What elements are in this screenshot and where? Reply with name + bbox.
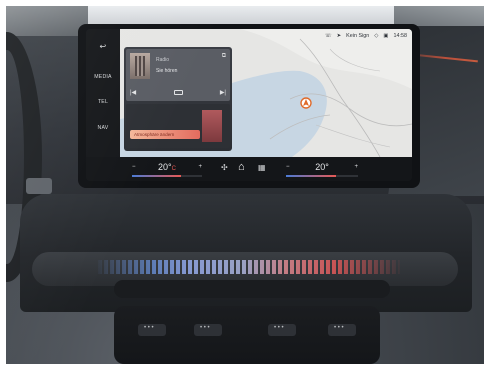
right-temp-plus-button[interactable]: +	[354, 164, 358, 170]
sidebar: ↩ MEDIA TEL NAV	[86, 29, 120, 157]
infotainment-screen: ☏ ➤ Kein Sign ◇ ▣ 14:58 ↩ MEDIA TEL NAV …	[86, 29, 412, 181]
location-arrow-icon: ➤	[336, 33, 342, 39]
left-temperature[interactable]: 20°C	[158, 162, 176, 172]
climate-bar: − 20°C + ✣ ⌂ ▦ − 20° +	[86, 157, 412, 181]
console-switch[interactable]	[138, 324, 166, 336]
mode-icon[interactable]	[173, 89, 183, 95]
album-art	[130, 53, 150, 79]
home-icon[interactable]: ⌂	[238, 161, 245, 173]
clock: 14:58	[393, 33, 408, 39]
change-atmosphere-button[interactable]: Atmosphäre ändern	[130, 130, 200, 139]
left-temp-unit: C	[171, 166, 176, 172]
source-switch-icon[interactable]: ⧉	[222, 53, 226, 60]
media-source: Radio	[156, 57, 170, 63]
sidebar-item-media[interactable]: MEDIA	[86, 74, 120, 80]
right-temp-slider[interactable]	[286, 175, 358, 177]
right-temperature[interactable]: 20°	[315, 162, 329, 172]
ambient-light-strip	[98, 260, 400, 274]
cast-icon: ▣	[383, 33, 389, 39]
left-temperature-control: − 20°C +	[132, 161, 202, 173]
left-temp-plus-button[interactable]: +	[198, 164, 202, 170]
console-switch[interactable]	[328, 324, 356, 336]
media-subtitle: Sie hören	[156, 68, 178, 74]
phone-icon: ☏	[324, 33, 332, 39]
console-switch[interactable]	[194, 324, 222, 336]
sidebar-item-nav[interactable]: NAV	[86, 125, 120, 131]
skip-back-icon[interactable]: |◀	[130, 89, 136, 96]
left-temp-slider[interactable]	[132, 175, 202, 177]
wifi-icon: ◇	[374, 33, 379, 39]
ambient-preview	[202, 110, 222, 142]
sidebar-item-tel[interactable]: TEL	[86, 99, 120, 105]
vent-slot	[114, 280, 390, 298]
ambient-widget: Atmosphäre ändern	[126, 104, 230, 148]
right-temperature-control: − 20° +	[286, 161, 358, 173]
car-interior-photo: ☏ ➤ Kein Sign ◇ ▣ 14:58 ↩ MEDIA TEL NAV …	[6, 6, 484, 364]
media-widget[interactable]: Radio Sie hören ⧉ |◀ ▶|	[126, 49, 230, 101]
widget-panel: Radio Sie hören ⧉ |◀ ▶| Atmosphäre änder…	[124, 47, 232, 151]
media-controls: |◀ ▶|	[130, 87, 226, 97]
console-switch[interactable]	[268, 324, 296, 336]
skip-forward-icon[interactable]: ▶|	[220, 89, 226, 96]
signal-text: Kein Sign	[346, 33, 370, 39]
grid-icon[interactable]: ▦	[258, 163, 266, 172]
right-temp-minus-button[interactable]: −	[286, 164, 290, 170]
left-temp-minus-button[interactable]: −	[132, 164, 136, 170]
steering-stalk	[26, 178, 52, 194]
back-arrow-icon[interactable]: ↩	[86, 42, 120, 51]
fan-icon[interactable]: ✣	[221, 163, 228, 172]
status-bar: ☏ ➤ Kein Sign ◇ ▣ 14:58	[292, 29, 412, 43]
